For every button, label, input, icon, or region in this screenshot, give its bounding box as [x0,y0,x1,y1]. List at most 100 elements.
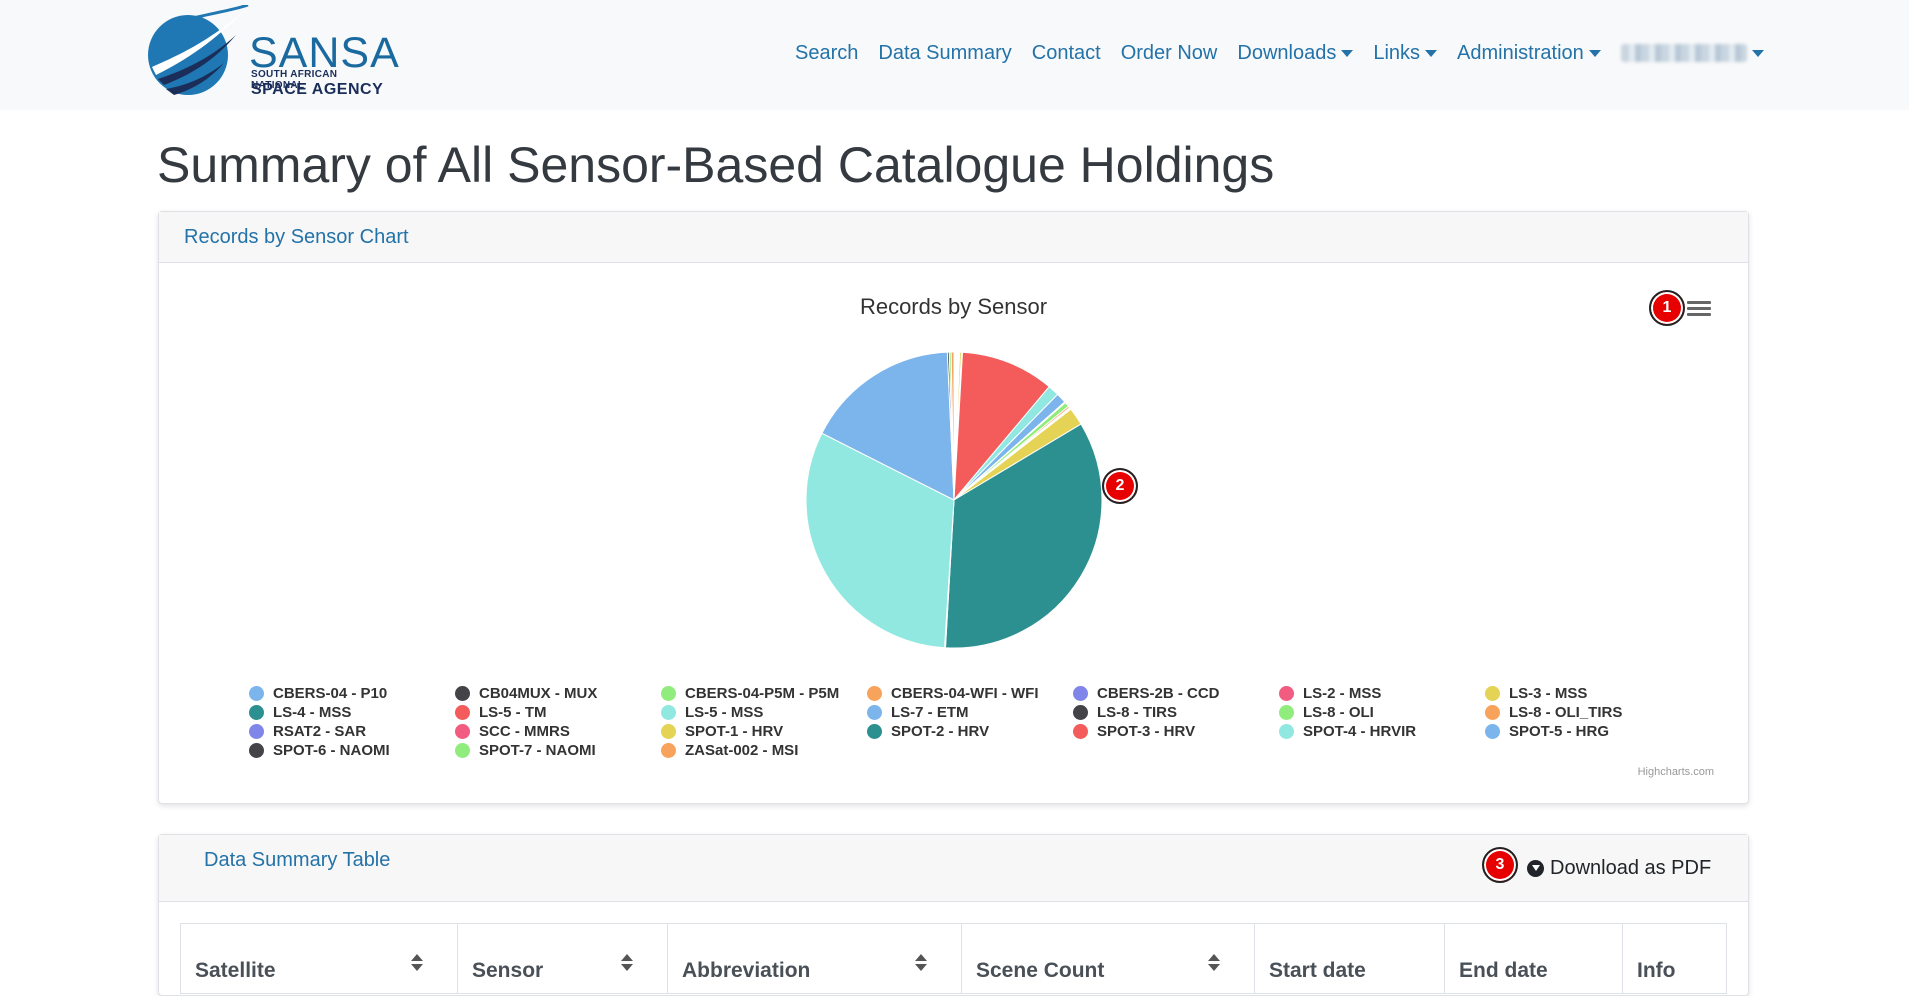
legend-item-cbers-04-wfi-wfi[interactable]: CBERS-04-WFI - WFI [867,684,1073,702]
column-label: Satellite [195,959,276,982]
legend-item-rsat2-sar[interactable]: RSAT2 - SAR [249,722,455,740]
legend-item-spot-2-hrv[interactable]: SPOT-2 - HRV [867,722,1073,740]
nav-administration-label: Administration [1457,41,1584,64]
caret-down-icon [1341,49,1354,57]
legend-marker [249,685,264,701]
legend-label: LS-5 - TM [479,703,547,721]
legend-label: RSAT2 - SAR [273,722,367,740]
legend-label: LS-3 - MSS [1509,684,1588,702]
legend-marker [867,723,882,739]
download-circle-icon [1527,860,1544,877]
nav-contact[interactable]: Contact [1022,42,1111,65]
legend-label: SPOT-7 - NAOMI [479,741,596,759]
column-header-info[interactable]: Info [1622,923,1727,994]
legend-item-spot-1-hrv[interactable]: SPOT-1 - HRV [661,722,867,740]
legend-item-ls-7-etm[interactable]: LS-7 - ETM [867,703,1073,721]
column-header-end-date[interactable]: End date [1444,923,1623,994]
legend-item-spot-4-hrvir[interactable]: SPOT-4 - HRVIR [1279,722,1485,740]
sort-icon [915,954,927,972]
sansa-logo[interactable]: SANSA SOUTH AFRICAN NATIONAL SPACE AGENC… [144,3,399,101]
legend-item-zasat-002-msi[interactable]: ZASat-002 - MSI [661,741,867,759]
legend-item-ls-5-mss[interactable]: LS-5 - MSS [661,703,867,721]
sort-icon [621,954,633,972]
legend-marker [1073,704,1088,720]
column-header-satellite[interactable]: Satellite [180,923,458,994]
download-pdf-label: Download as PDF [1550,857,1712,879]
nav-user-dropdown[interactable] [1611,44,1774,62]
legend-item-ls-8-oli-tirs[interactable]: LS-8 - OLI_TIRS [1485,703,1691,721]
legend-item-ls-4-mss[interactable]: LS-4 - MSS [249,703,455,721]
caret-down-icon [1425,49,1438,57]
legend-marker [1073,685,1088,701]
column-header-scene-count[interactable]: Scene Count [961,923,1255,994]
nav-data-summary-label: Data Summary [878,41,1012,64]
brand-line2: SPACE AGENCY [251,81,384,98]
legend-label: CB04MUX - MUX [479,684,598,702]
table-card-header: Data Summary Table 3 Download as PDF [159,835,1748,902]
legend-marker [455,742,470,758]
nav-downloads-label: Downloads [1237,41,1337,64]
sort-icon [411,954,423,972]
column-header-sensor[interactable]: Sensor [457,923,668,994]
nav-search[interactable]: Search [785,42,868,65]
legend-marker [1279,723,1294,739]
legend-marker [661,723,676,739]
column-header-start-date[interactable]: Start date [1254,923,1445,994]
legend-label: LS-8 - OLI [1303,703,1374,721]
legend-marker [1485,685,1500,701]
legend-label: LS-4 - MSS [273,703,352,721]
navbar: SANSA SOUTH AFRICAN NATIONAL SPACE AGENC… [0,0,1909,110]
nav-order-now[interactable]: Order Now [1111,42,1228,65]
column-label: End date [1459,959,1548,982]
column-label: Scene Count [976,959,1105,982]
legend-marker [661,685,676,701]
caret-down-icon [1588,49,1601,57]
legend-marker [249,704,264,720]
nav-administration-dropdown[interactable]: Administration [1447,42,1611,65]
annotation-badge-3: 3 [1482,847,1518,883]
legend-label: ZASat-002 - MSI [685,741,799,759]
legend-item-spot-6-naomi[interactable]: SPOT-6 - NAOMI [249,741,455,759]
legend-marker [661,742,676,758]
chart-card: Records by Sensor Chart Records by Senso… [158,211,1749,804]
legend-item-ls-3-mss[interactable]: LS-3 - MSS [1485,684,1691,702]
legend-item-spot-3-hrv[interactable]: SPOT-3 - HRV [1073,722,1279,740]
pie-chart[interactable] [159,212,1748,692]
legend-label: CBERS-2B - CCD [1097,684,1220,702]
legend-item-cbers-04-p5m-p5m[interactable]: CBERS-04-P5M - P5M [661,684,867,702]
legend-item-cbers-04-p10[interactable]: CBERS-04 - P10 [249,684,455,702]
legend-item-spot-5-hrg[interactable]: SPOT-5 - HRG [1485,722,1691,740]
nav-data-summary[interactable]: Data Summary [868,42,1021,65]
legend-marker [867,685,882,701]
nav-links-label: Links [1373,41,1421,64]
legend-item-ls-8-tirs[interactable]: LS-8 - TIRS [1073,703,1279,721]
nav-search-label: Search [795,41,859,64]
legend-label: LS-8 - OLI_TIRS [1509,703,1623,721]
legend-marker [455,723,470,739]
legend-label: CBERS-04-P5M - P5M [685,684,840,702]
legend-marker [661,704,676,720]
legend-marker [1073,723,1088,739]
sansa-logo-mark [148,3,249,95]
legend-item-cbers-2b-ccd[interactable]: CBERS-2B - CCD [1073,684,1279,702]
legend-item-scc-mmrs[interactable]: SCC - MMRS [455,722,661,740]
legend-item-ls-2-mss[interactable]: LS-2 - MSS [1279,684,1485,702]
legend-item-ls-5-tm[interactable]: LS-5 - TM [455,703,661,721]
table-card: Data Summary Table 3 Download as PDF Sat… [158,834,1749,996]
legend-label: SPOT-3 - HRV [1097,722,1196,740]
table-header-row: Satellite Sensor Abbreviation Scene Coun… [180,923,1727,994]
nav-contact-label: Contact [1031,41,1101,64]
legend-label: LS-5 - MSS [685,703,764,721]
nav-downloads-dropdown[interactable]: Downloads [1227,42,1363,65]
legend-item-ls-8-oli[interactable]: LS-8 - OLI [1279,703,1485,721]
legend-label: LS-2 - MSS [1303,684,1382,702]
column-label: Start date [1269,959,1366,982]
legend-label: SCC - MMRS [479,722,570,740]
column-header-abbreviation[interactable]: Abbreviation [667,923,962,994]
download-pdf-button[interactable]: Download as PDF [1527,857,1711,880]
legend-item-spot-7-naomi[interactable]: SPOT-7 - NAOMI [455,741,661,759]
nav-links-dropdown[interactable]: Links [1363,42,1447,65]
legend-label: SPOT-4 - HRVIR [1303,722,1417,740]
highcharts-credits[interactable]: Highcharts.com [1638,766,1714,778]
legend-item-cb04mux-mux[interactable]: CB04MUX - MUX [455,684,661,702]
